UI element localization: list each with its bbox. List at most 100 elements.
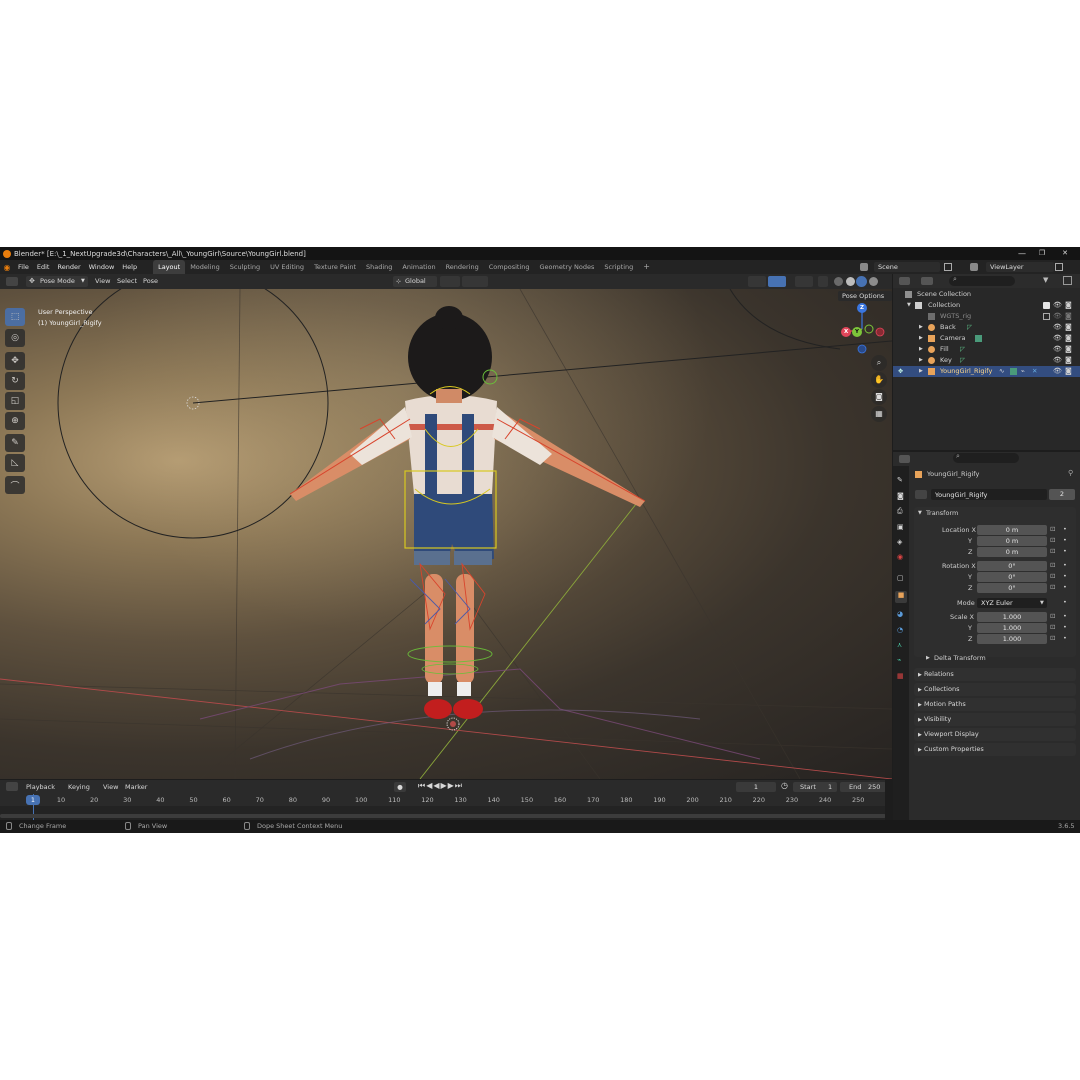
- pan-hand-icon[interactable]: ✋: [871, 372, 887, 388]
- filter-icon[interactable]: ▼: [1043, 276, 1048, 284]
- lock-icon[interactable]: ⊡: [1050, 525, 1055, 533]
- pose-mode-indicator-icon[interactable]: ✥: [898, 366, 903, 377]
- object-constraint-tab-icon[interactable]: ◔: [897, 626, 903, 634]
- location-y-field[interactable]: 0 m: [977, 536, 1047, 546]
- properties-search-input[interactable]: [953, 453, 1019, 463]
- zoom-icon[interactable]: ⌕: [871, 355, 887, 371]
- menu-marker[interactable]: Marker: [125, 780, 147, 794]
- object-type-dropdown[interactable]: [915, 490, 927, 499]
- measure-tool-icon[interactable]: ◺: [5, 454, 25, 472]
- tab-sculpting[interactable]: Sculpting: [225, 260, 265, 274]
- outliner-scene-collection[interactable]: Scene Collection: [893, 289, 1080, 300]
- render-camera-icon[interactable]: ◙: [1065, 311, 1072, 322]
- outliner-editor-type-icon[interactable]: [899, 277, 910, 285]
- outliner-item-key[interactable]: ▶ Key ◸ 👁 ◙: [893, 355, 1080, 366]
- keyframe-dot-icon[interactable]: •: [1063, 572, 1067, 580]
- visibility-panel[interactable]: ▶ Visibility: [914, 713, 1076, 726]
- rotation-y-field[interactable]: 0°: [977, 572, 1047, 582]
- lock-icon[interactable]: ⊡: [1050, 634, 1055, 642]
- keyframe-dot-icon[interactable]: •: [1063, 583, 1067, 591]
- camera-view-icon[interactable]: ◙: [871, 389, 887, 405]
- menu-playback[interactable]: Playback: [26, 780, 55, 794]
- outliner-item-camera[interactable]: ▶ Camera 👁 ◙: [893, 333, 1080, 344]
- render-camera-icon[interactable]: ◙: [1065, 300, 1072, 311]
- menu-edit[interactable]: Edit: [33, 263, 54, 271]
- playback-controls[interactable]: ⏮◀◀▶▶⏭: [418, 781, 463, 791]
- viewport-display-panel[interactable]: ▶ Viewport Display: [914, 728, 1076, 741]
- menu-select[interactable]: Select: [117, 274, 137, 289]
- exclude-checkbox[interactable]: [1043, 302, 1050, 309]
- rendered-shading-icon[interactable]: [856, 276, 867, 287]
- tab-texture-paint[interactable]: Texture Paint: [309, 260, 361, 274]
- keyframe-dot-icon[interactable]: •: [1063, 623, 1067, 631]
- render-camera-icon[interactable]: ◙: [1065, 366, 1072, 377]
- outliner-item-fill[interactable]: ▶ Fill ◸ 👁 ◙: [893, 344, 1080, 355]
- pin-icon[interactable]: ⚲: [1068, 469, 1073, 477]
- rotation-z-field[interactable]: 0°: [977, 583, 1047, 593]
- solid-shading-icon[interactable]: [834, 277, 843, 286]
- render-tab-icon[interactable]: ◙: [897, 492, 904, 500]
- exclude-checkbox[interactable]: [1043, 313, 1050, 320]
- pose-options-button[interactable]: Pose Options: [838, 291, 892, 301]
- view-layer-selector[interactable]: ViewLayer: [986, 262, 1054, 272]
- visibility-eye-icon[interactable]: 👁: [1053, 311, 1062, 322]
- lock-icon[interactable]: ⊡: [1050, 612, 1055, 620]
- move-tool-icon[interactable]: ✥: [5, 352, 25, 370]
- new-collection-icon[interactable]: [1063, 276, 1072, 285]
- menu-view[interactable]: View: [103, 780, 118, 794]
- scene-tab-icon[interactable]: ◈: [897, 538, 902, 546]
- keyframe-dot-icon[interactable]: •: [1063, 561, 1067, 569]
- tab-shading[interactable]: Shading: [361, 260, 397, 274]
- keyframe-dot-icon[interactable]: •: [1063, 634, 1067, 642]
- tab-uv-editing[interactable]: UV Editing: [265, 260, 309, 274]
- visibility-eye-icon[interactable]: 👁: [1053, 333, 1062, 344]
- gizmo-toggle[interactable]: [748, 276, 766, 287]
- tab-animation[interactable]: Animation: [397, 260, 440, 274]
- object-data-tab-icon[interactable]: ⋏: [897, 641, 902, 649]
- bone-tab-icon[interactable]: ⌁: [897, 656, 901, 664]
- collection-tab-icon[interactable]: ▢: [897, 574, 904, 582]
- visibility-eye-icon[interactable]: 👁: [1053, 322, 1062, 333]
- tool-tab-icon[interactable]: ✎: [897, 476, 903, 484]
- wireframe-shading-button[interactable]: [818, 276, 828, 287]
- keyframe-dot-icon[interactable]: •: [1063, 547, 1067, 555]
- rotate-tool-icon[interactable]: ↻: [5, 372, 25, 390]
- outliner-item-collection[interactable]: ▼ Collection 👁 ◙: [893, 300, 1080, 311]
- transform-panel-title[interactable]: Transform: [926, 509, 958, 517]
- annotate-tool-icon[interactable]: ✎: [5, 434, 25, 452]
- add-workspace-button[interactable]: +: [638, 260, 655, 274]
- motion-paths-panel[interactable]: ▶ Motion Paths: [914, 698, 1076, 711]
- menu-view[interactable]: View: [95, 274, 110, 289]
- menu-file[interactable]: File: [14, 263, 33, 271]
- keyframe-dot-icon[interactable]: •: [1063, 536, 1067, 544]
- scale-z-field[interactable]: 1.000: [977, 634, 1047, 644]
- outliner-item-wgts-rig[interactable]: WGTS_rig 👁 ◙: [893, 311, 1080, 322]
- menu-render[interactable]: Render: [53, 263, 84, 271]
- new-view-layer-icon[interactable]: [1055, 263, 1063, 271]
- snapping-dropdown[interactable]: [462, 276, 488, 287]
- pivot-dropdown[interactable]: [440, 276, 460, 287]
- keyframe-dot-icon[interactable]: •: [1063, 525, 1067, 533]
- scale-tool-icon[interactable]: ◱: [5, 392, 25, 410]
- gizmo-z-label[interactable]: Z: [860, 305, 864, 311]
- relations-panel[interactable]: ▶ Relations: [914, 668, 1076, 681]
- timeline-editor-type-icon[interactable]: [6, 782, 18, 791]
- outliner-item-younggirl-rigify[interactable]: ✥ ▶ YoungGirl_Rigify ∿ ⌁ ✕ 👁 ◙: [893, 366, 1080, 377]
- outliner-item-back[interactable]: ▶ Back ◸ 👁 ◙: [893, 322, 1080, 333]
- tab-scripting[interactable]: Scripting: [599, 260, 638, 274]
- new-scene-icon[interactable]: [944, 263, 952, 271]
- tab-compositing[interactable]: Compositing: [484, 260, 535, 274]
- render-camera-icon[interactable]: ◙: [1065, 322, 1072, 333]
- expand-icon[interactable]: ▶: [919, 366, 923, 377]
- outliner-search-input[interactable]: [949, 276, 1015, 286]
- xray-toggle[interactable]: [795, 276, 813, 287]
- location-x-field[interactable]: 0 m: [977, 525, 1047, 535]
- collections-panel[interactable]: ▶ Collections: [914, 683, 1076, 696]
- view-layer-tab-icon[interactable]: ▣: [897, 523, 904, 531]
- bone-envelope-tool-icon[interactable]: ⌒: [5, 476, 25, 494]
- lock-icon[interactable]: ⊡: [1050, 572, 1055, 580]
- lock-icon[interactable]: ⊡: [1050, 547, 1055, 555]
- material-shading-icon[interactable]: [846, 277, 855, 286]
- physics-tab-icon[interactable]: ◕: [897, 610, 903, 618]
- lock-icon[interactable]: ⊡: [1050, 583, 1055, 591]
